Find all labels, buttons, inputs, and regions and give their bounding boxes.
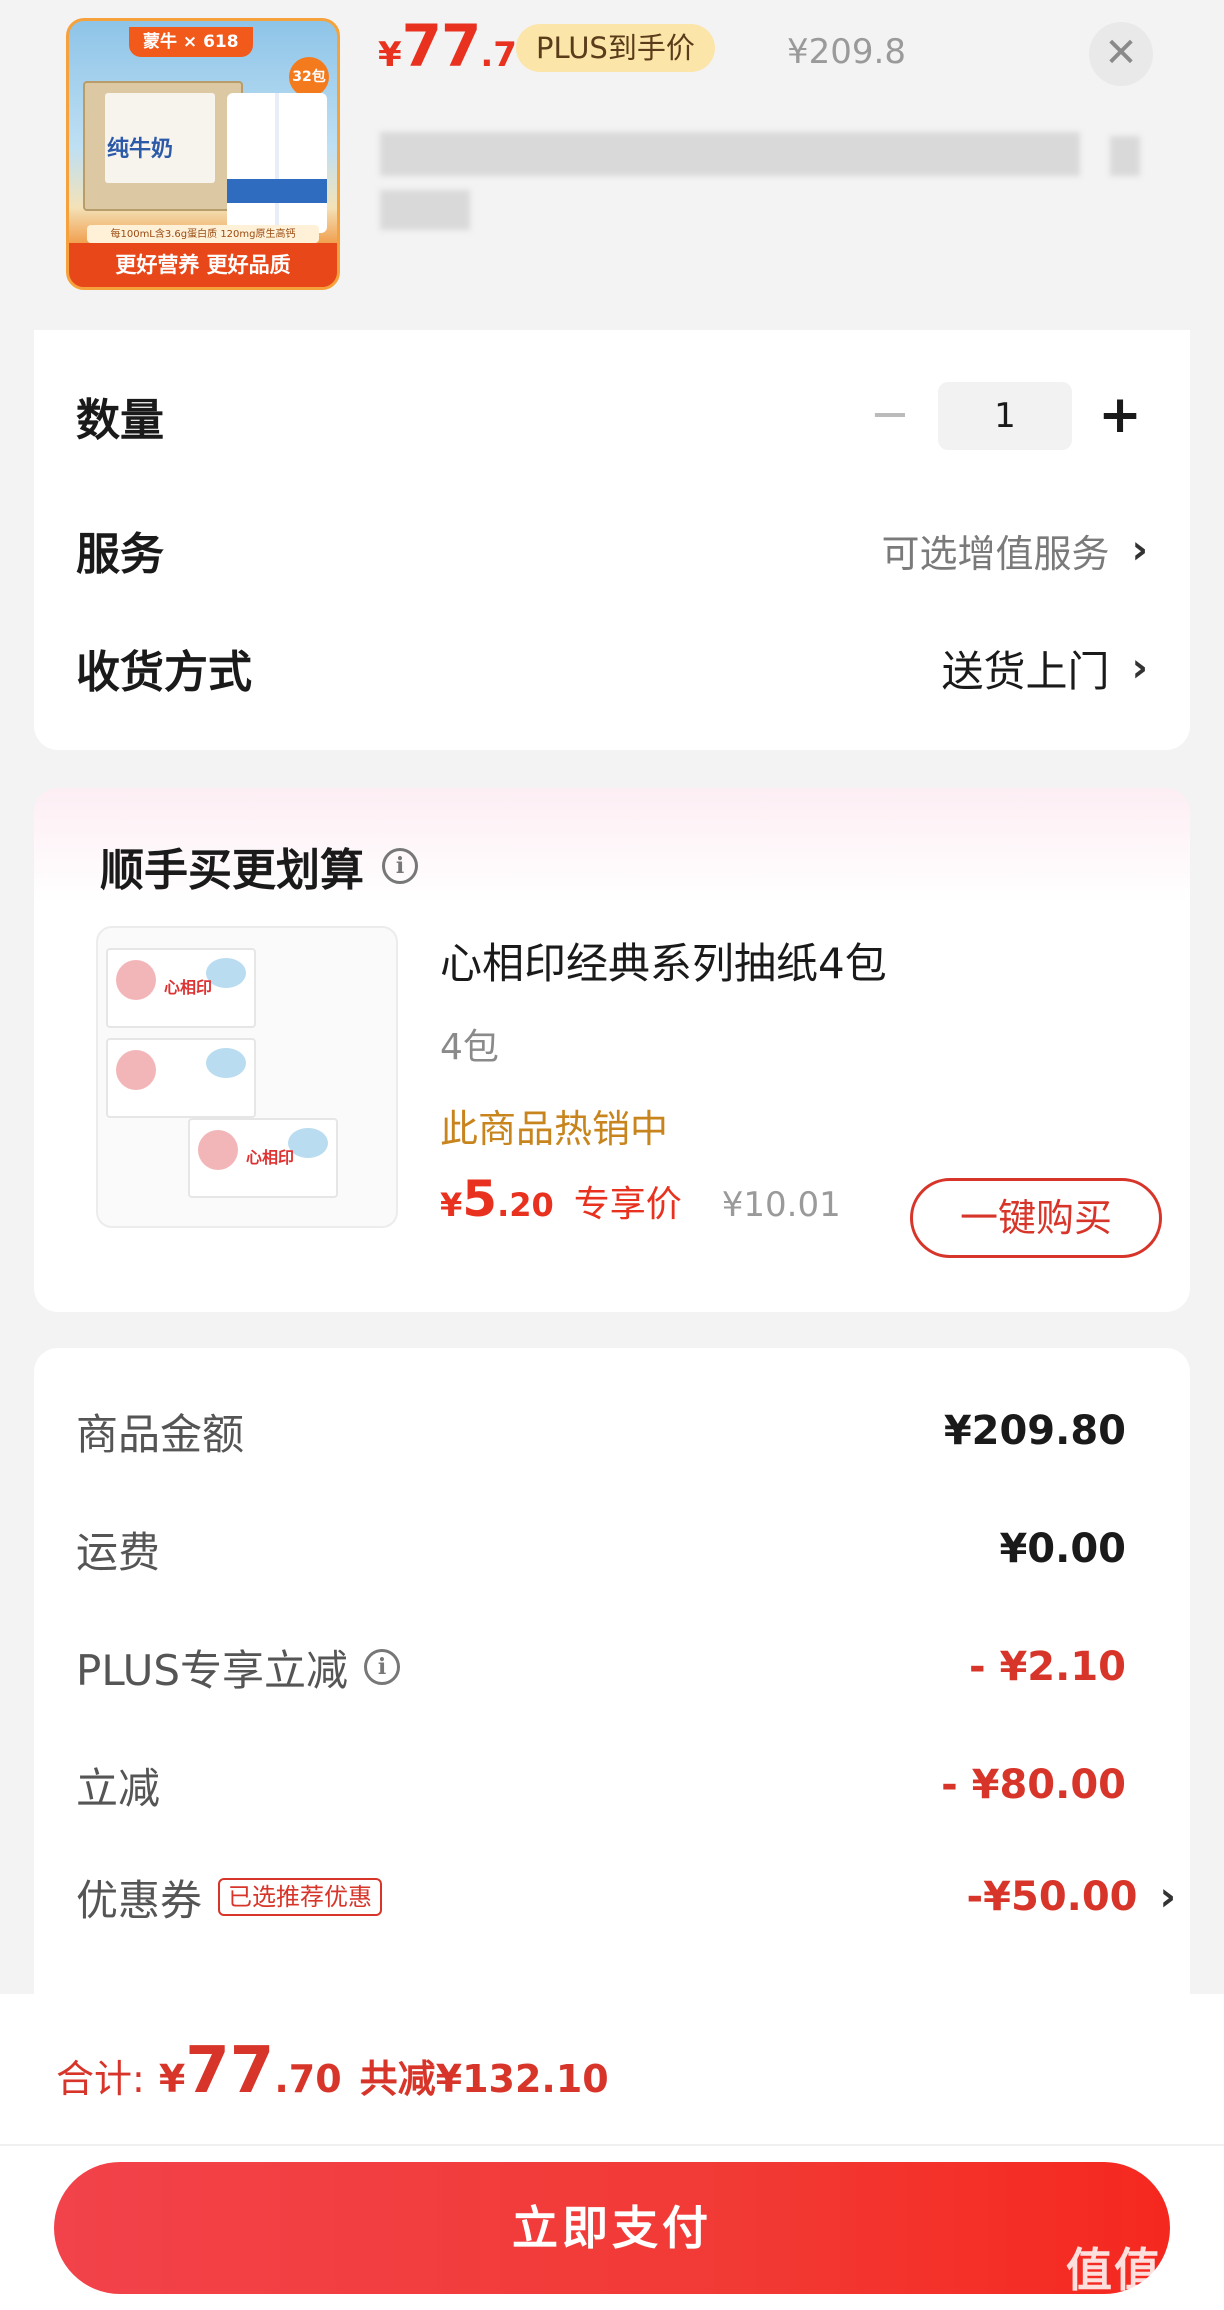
instant-discount-label: 立减 — [76, 1763, 161, 1813]
goods-amount-row: 商品金额 ¥209.80 — [76, 1396, 1126, 1466]
quantity-label: 数量 — [76, 395, 164, 446]
addon-hot-label: 此商品热销中 — [440, 1107, 669, 1151]
close-button[interactable]: ✕ — [1089, 22, 1153, 86]
watermark-url: zhizhizhi.com — [1115, 2294, 1210, 2310]
plus-discount-value: - ¥2.10 — [968, 1644, 1126, 1690]
product-header: 蒙牛 × 618 32包 纯牛奶 每100mL含3.6g蛋白质 120mg原生高… — [0, 0, 1224, 325]
total-label: 合计: — [56, 2057, 145, 2101]
info-icon[interactable]: i — [364, 1649, 401, 1685]
quantity-input[interactable]: 1 — [938, 382, 1072, 450]
product-price: ¥ 77 .7 — [378, 12, 517, 80]
goods-amount-label: 商品金额 — [76, 1409, 245, 1459]
info-icon[interactable]: i — [382, 848, 418, 884]
delivery-row[interactable]: 收货方式 送货上门 › — [76, 628, 1148, 708]
nutrition-tag: 每100mL含3.6g蛋白质 120mg原生高钙 — [87, 225, 319, 243]
total-saved: 共减¥132.10 — [359, 2057, 609, 2101]
service-label: 服务 — [76, 529, 164, 580]
brand-pill: 蒙牛 × 618 — [129, 27, 253, 57]
shipping-row: 运费 ¥0.00 — [76, 1514, 1126, 1584]
close-icon: ✕ — [1104, 30, 1138, 76]
delivery-label: 收货方式 — [76, 647, 252, 698]
addon-card: 顺手买更划算 i 心相印 心相印 心相印经典系列抽纸4包 4包 此商品热销中 ¥… — [34, 788, 1190, 1312]
coupon-value: -¥50.00 — [966, 1874, 1138, 1920]
shipping-value: ¥0.00 — [999, 1526, 1126, 1572]
total-price: 合计: ¥ 77 .70 共减¥132.10 — [56, 2034, 609, 2108]
plus-discount-row: PLUS专享立减 i - ¥2.10 — [76, 1632, 1126, 1702]
coupon-badge: 已选推荐优惠 — [218, 1878, 383, 1916]
delivery-value: 送货上门 — [941, 646, 1110, 696]
milk-carton-image — [227, 93, 327, 233]
plus-price-badge: PLUS到手价 — [516, 24, 715, 72]
divider — [0, 2144, 1224, 2146]
chevron-right-icon: › — [1131, 645, 1148, 691]
addon-price: ¥ 5 .20 专享价 ¥10.01 — [440, 1170, 841, 1228]
price-summary-card: 商品金额 ¥209.80 运费 ¥0.00 PLUS专享立减 i - ¥2.10… — [34, 1348, 1190, 2048]
coupon-row[interactable]: 优惠券 已选推荐优惠 -¥50.00 › — [76, 1862, 1176, 1932]
chevron-right-icon: › — [1159, 1874, 1176, 1920]
watermark-logo: 值值值 — [1066, 2243, 1210, 2297]
blurred-title — [380, 132, 1080, 176]
checkout-bar: 合计: ¥ 77 .70 共减¥132.10 立即支付 值值值 zhizhizh… — [0, 1994, 1224, 2310]
pay-now-button[interactable]: 立即支付 — [54, 2162, 1170, 2294]
original-price: ¥209.8 — [787, 32, 906, 72]
instant-discount-row: 立减 - ¥80.00 — [76, 1750, 1126, 1820]
exclusive-price-tag: 专享价 — [573, 1184, 682, 1225]
pack-count-badge: 32包 — [289, 57, 329, 97]
addon-title: 顺手买更划算 i — [100, 834, 418, 898]
slogan-banner: 更好营养 更好品质 — [69, 243, 337, 287]
quantity-minus-button[interactable]: − — [862, 388, 918, 444]
service-row[interactable]: 服务 可选增值服务 › — [76, 510, 1148, 590]
coupon-label: 优惠券 — [76, 1875, 203, 1925]
addon-spec: 4包 — [440, 1027, 499, 1068]
one-click-buy-button[interactable]: 一键购买 — [910, 1178, 1162, 1258]
addon-name[interactable]: 心相印经典系列抽纸4包 — [440, 930, 887, 991]
plus-discount-label: PLUS专享立减 — [76, 1645, 349, 1695]
quantity-plus-button[interactable]: + — [1092, 388, 1148, 444]
options-card: 数量 − 1 + 服务 可选增值服务 › 收货方式 送货上门 › — [34, 330, 1190, 750]
product-thumbnail[interactable]: 蒙牛 × 618 32包 纯牛奶 每100mL含3.6g蛋白质 120mg原生高… — [66, 18, 340, 290]
quantity-row: 数量 − 1 + — [76, 376, 1148, 456]
shipping-label: 运费 — [76, 1527, 161, 1577]
instant-discount-value: - ¥80.00 — [941, 1762, 1126, 1808]
goods-amount-value: ¥209.80 — [943, 1408, 1126, 1454]
chevron-right-icon: › — [1131, 527, 1148, 573]
box-label: 纯牛奶 — [107, 137, 174, 162]
service-value: 可选增值服务 — [881, 531, 1110, 576]
addon-product-image[interactable]: 心相印 心相印 — [96, 926, 398, 1228]
gift-box-image: 纯牛奶 — [83, 81, 243, 211]
addon-original-price: ¥10.01 — [721, 1185, 841, 1225]
quantity-stepper: − 1 + — [862, 382, 1148, 450]
